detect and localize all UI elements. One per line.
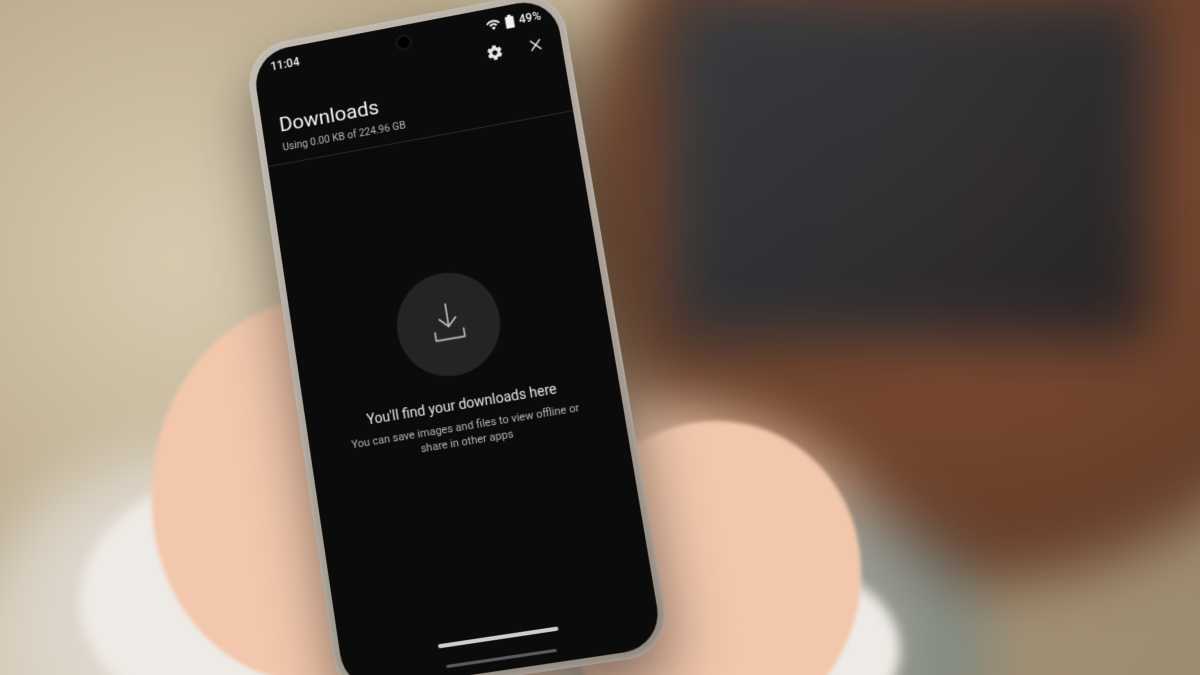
battery-icon [503,14,515,29]
wifi-icon [485,18,500,31]
gear-icon [485,42,506,66]
download-icon [420,293,477,354]
download-illustration [390,264,508,383]
battery-percent: 49% [518,9,542,26]
status-time: 11:04 [270,55,301,74]
settings-button[interactable] [482,41,509,68]
close-button[interactable] [522,33,549,60]
close-icon [527,36,546,58]
